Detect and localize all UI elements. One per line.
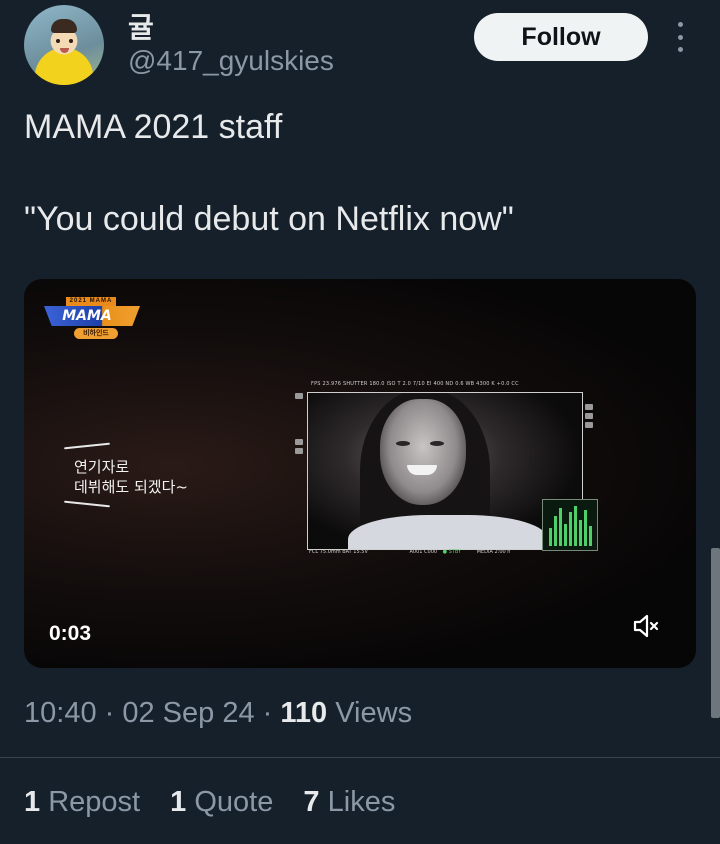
avatar-hair <box>51 19 77 33</box>
logo-sub: 비하인드 <box>74 328 118 339</box>
monitor-top-readout: FPS 23.976 SHUTTER 180.0 ISO T 2.0 7/10 … <box>311 381 519 387</box>
caption-stroke <box>64 442 110 450</box>
engagement-stats: 1 Repost 1 Quote 7 Likes <box>24 786 417 819</box>
tweet-line: "You could debut on Netflix now" <box>24 200 514 238</box>
more-dots-icon[interactable] <box>670 22 690 52</box>
tweet-line: MAMA 2021 staff <box>24 108 283 146</box>
monitor-eye <box>430 441 444 446</box>
monitor-shirt <box>348 515 548 549</box>
caption-stroke <box>64 500 110 508</box>
monitor-face <box>380 399 466 505</box>
logo-year: 2021 MAMA <box>66 297 116 306</box>
tweet-meta: 10:40 · 02 Sep 24 · 110 Views <box>24 697 413 729</box>
tweet-date[interactable]: 02 Sep 24 <box>122 697 254 729</box>
monitor-eye <box>396 441 410 446</box>
monitor-bottom-readout: FCL 75.0mm BAT 15.5V A001 C000 ● STBY ME… <box>309 549 511 555</box>
video-player[interactable]: 2021 MAMA MAMA 비하인드 연기자로 데뷔해도 되겠다~ FPS 2… <box>24 279 696 668</box>
waveform-scope <box>542 499 598 551</box>
speaker-muted-icon[interactable] <box>632 613 662 639</box>
tweet-header: 귤 @417_gyulskies Follow <box>0 0 720 96</box>
video-caption: 연기자로 데뷔해도 되겠다~ <box>64 441 194 511</box>
logo-main: MAMA <box>44 306 140 326</box>
monitor-right-tags <box>585 404 594 431</box>
mama-logo: 2021 MAMA MAMA 비하인드 <box>44 297 140 343</box>
views-label: Views <box>335 697 413 729</box>
avatar-eye <box>69 39 73 43</box>
avatar[interactable] <box>24 5 104 85</box>
follow-button[interactable]: Follow <box>474 13 648 61</box>
likes-stat[interactable]: 7 Likes <box>303 786 395 818</box>
divider <box>0 757 720 758</box>
video-time: 0:03 <box>49 622 92 645</box>
tweet-text: MAMA 2021 staff "You could debut on Netf… <box>24 104 694 288</box>
quotes-stat[interactable]: 1 Quote <box>170 786 281 818</box>
tweet-time[interactable]: 10:40 <box>24 697 97 729</box>
reposts-stat[interactable]: 1 Repost <box>24 786 148 818</box>
avatar-eye <box>56 39 60 43</box>
monitor-left-tags <box>295 393 304 457</box>
scrollbar[interactable] <box>711 548 720 718</box>
views-count: 110 <box>280 697 328 729</box>
display-name[interactable]: 귤 <box>128 6 154 46</box>
user-handle[interactable]: @417_gyulskies <box>128 45 334 77</box>
caption-text: 연기자로 데뷔해도 되겠다~ <box>74 458 188 496</box>
avatar-mouth <box>60 48 69 53</box>
